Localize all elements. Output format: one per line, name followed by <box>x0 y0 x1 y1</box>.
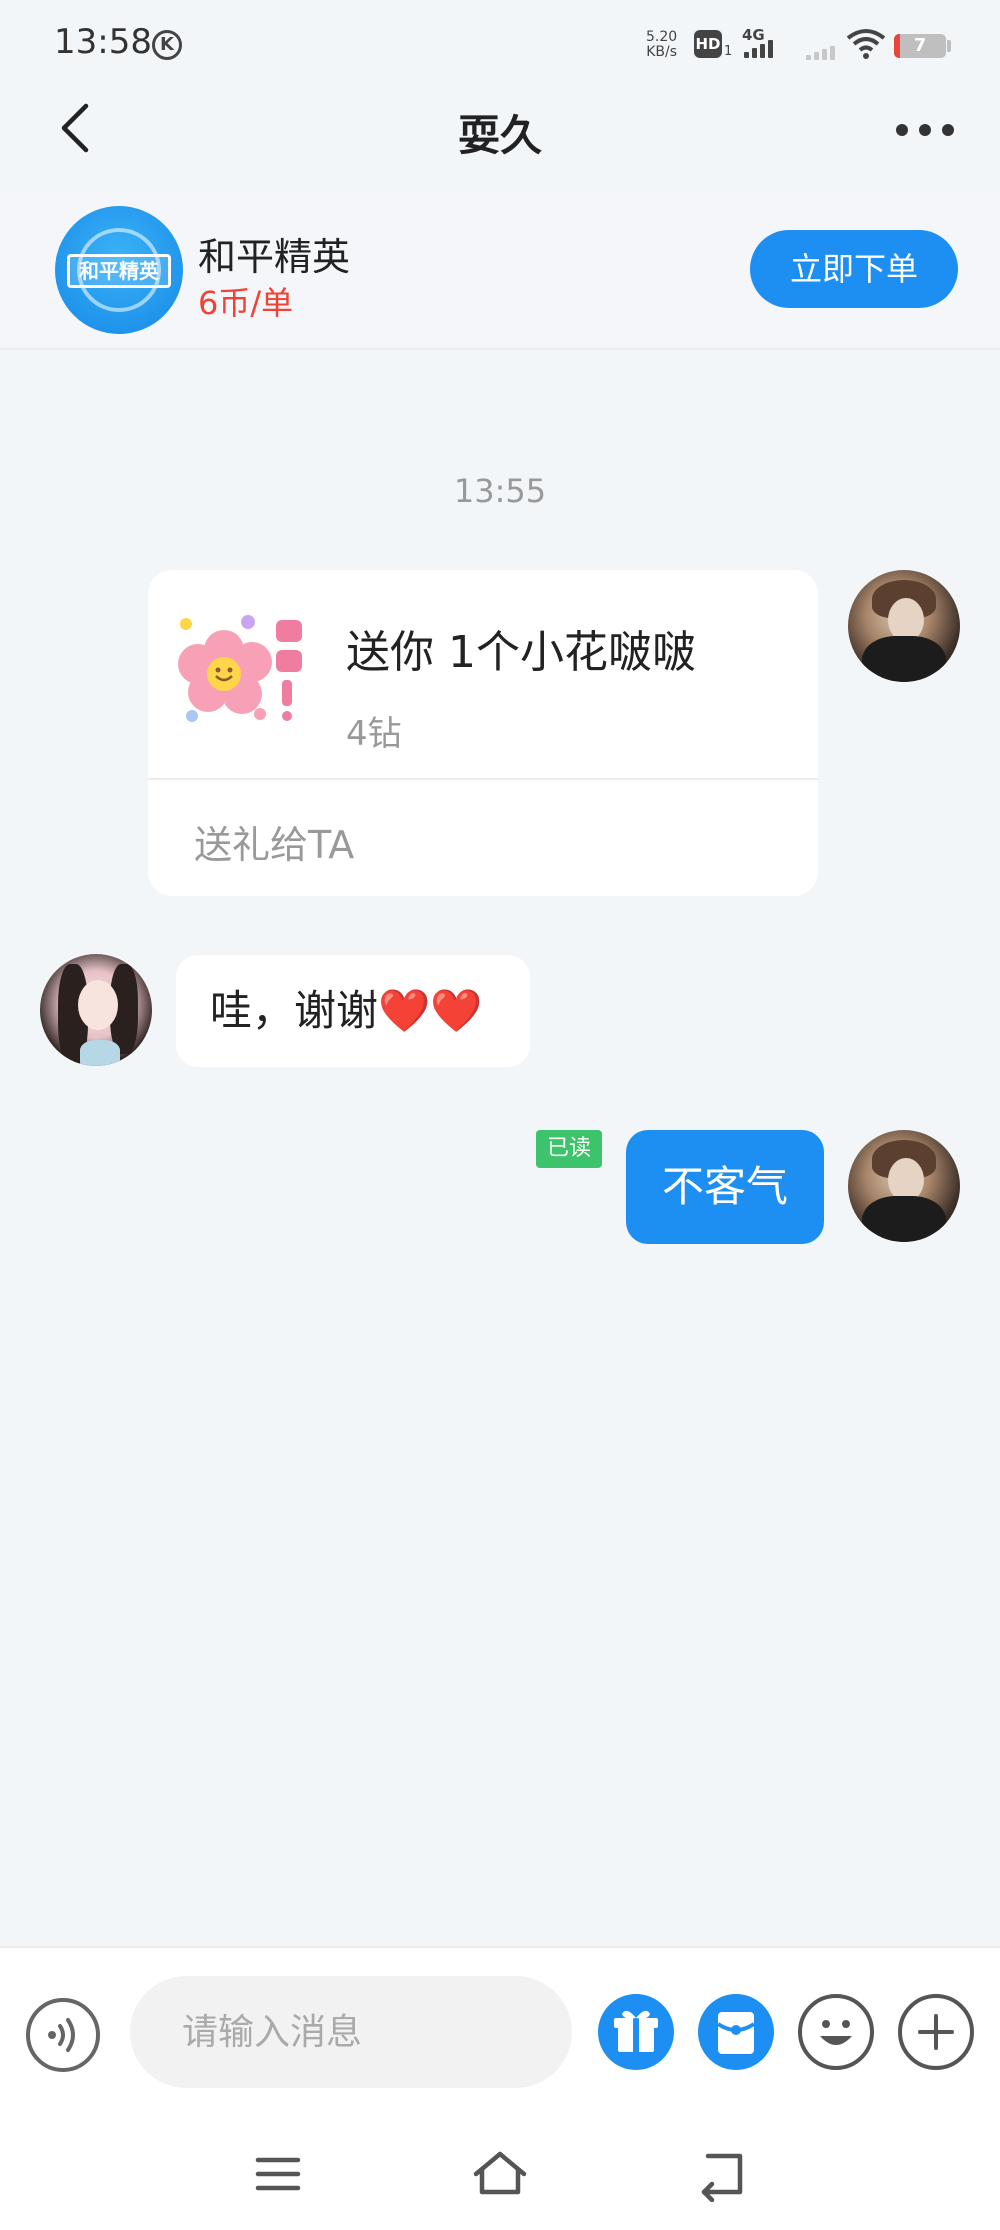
gift-price: 4钻 <box>346 714 402 754</box>
hd-sub-label: 1 <box>724 44 733 59</box>
game-logo: 和平精英 <box>55 206 183 334</box>
secondary-signal-icon <box>806 42 835 60</box>
flower-gift-icon <box>178 615 302 722</box>
order-now-button[interactable]: 立即下单 <box>750 230 958 308</box>
network-speed-value: 5.20 <box>646 29 678 45</box>
message-input[interactable] <box>130 1976 572 2088</box>
cellular-signal-icon: 4G <box>742 26 788 62</box>
k-icon: K <box>152 30 182 60</box>
my-avatar[interactable] <box>848 570 960 682</box>
game-logo-text: 和平精英 <box>67 254 171 288</box>
network-speed: 5.20 KB/s <box>646 30 677 60</box>
game-card[interactable]: 和平精英 和平精英 6币/单 立即下单 <box>0 190 1000 350</box>
menu-icon[interactable] <box>248 2146 308 2202</box>
plus-icon[interactable] <box>898 1994 974 2070</box>
avatar-body <box>862 1196 946 1242</box>
hd-icon: HD <box>694 30 722 58</box>
gift-title: 送你 1个小花啵啵 <box>346 627 696 678</box>
battery-icon: 7 <box>894 34 946 58</box>
avatar-body <box>862 636 946 682</box>
contact-avatar[interactable] <box>40 954 152 1066</box>
game-price: 6币/单 <box>198 284 294 322</box>
gift-message-card[interactable]: 送你 1个小花啵啵 4钻 送礼给TA <box>148 570 818 896</box>
message-input-bar <box>0 1946 1000 2116</box>
red-packet-icon[interactable] <box>698 1994 774 2070</box>
status-time: 13:58 <box>54 22 152 62</box>
voice-input-icon[interactable] <box>26 1998 100 2072</box>
received-message-bubble[interactable]: 哇，谢谢❤️❤️ <box>176 955 530 1067</box>
wifi-icon <box>846 29 886 59</box>
chat-timestamp: 13:55 <box>453 472 547 510</box>
game-name: 和平精英 <box>198 235 351 279</box>
gift-icon[interactable] <box>598 1994 674 2070</box>
more-options-icon[interactable] <box>890 110 960 146</box>
avatar-collar <box>80 1040 120 1066</box>
gift-divider <box>148 778 818 780</box>
avatar-face <box>78 980 118 1030</box>
battery-tip <box>947 40 951 52</box>
system-navigation-bar <box>0 2116 1000 2230</box>
read-status-badge: 已读 <box>536 1130 602 1168</box>
status-bar: 13:58 K 5.20 KB/s HD 1 4G 7 <box>0 0 1000 90</box>
network-speed-unit: KB/s <box>646 44 677 60</box>
page-title: 耍久 <box>457 111 542 160</box>
back-icon[interactable] <box>694 2146 754 2202</box>
sent-message-bubble[interactable]: 不客气 <box>626 1130 824 1244</box>
my-avatar[interactable] <box>848 1130 960 1242</box>
battery-level: 7 <box>913 35 927 56</box>
send-gift-link[interactable]: 送礼给TA <box>194 814 354 869</box>
home-icon[interactable] <box>470 2146 530 2202</box>
emoji-icon[interactable] <box>798 1994 874 2070</box>
